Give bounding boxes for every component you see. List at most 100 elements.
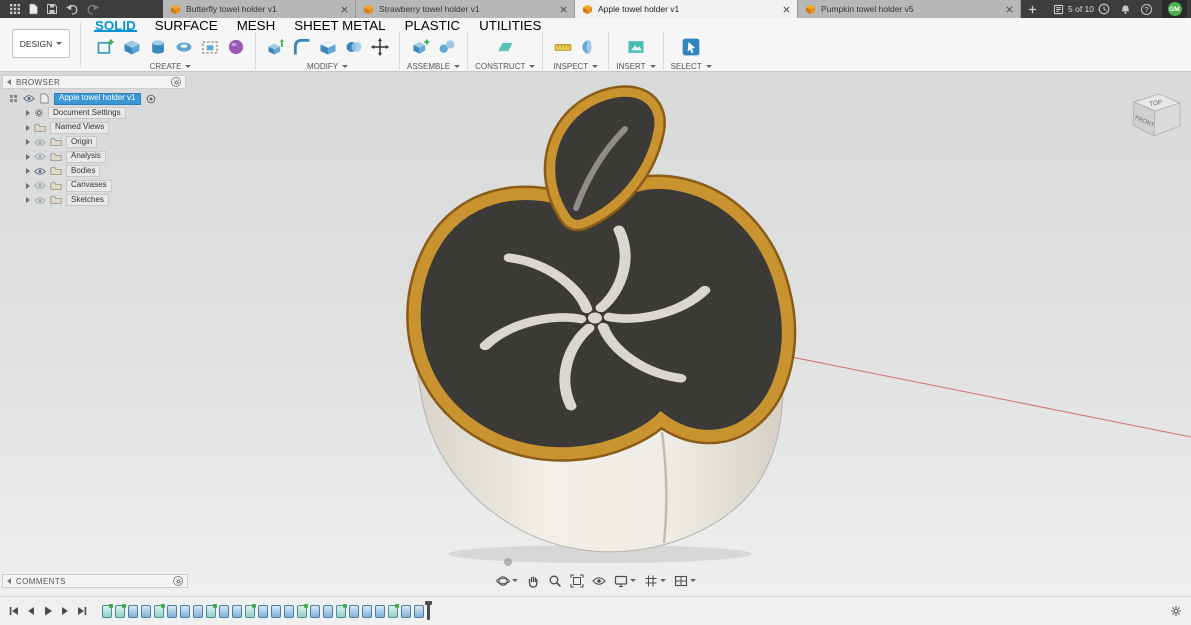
browser-header[interactable]: BROWSER <box>2 75 186 89</box>
insert-canvas-button[interactable] <box>623 34 648 59</box>
shell-button[interactable] <box>315 34 340 59</box>
group-label-select[interactable]: SELECT <box>671 60 712 72</box>
go-to-end-button[interactable] <box>75 604 89 618</box>
browser-item-label[interactable]: Analysis <box>66 150 106 163</box>
create-form-button[interactable] <box>223 34 248 59</box>
expand-arrow-icon[interactable] <box>26 110 30 116</box>
timeline-feature-icon[interactable] <box>167 604 177 618</box>
browser-root-row[interactable]: Apple towel holder v1 <box>2 92 186 105</box>
browser-item-label[interactable]: Origin <box>66 136 98 148</box>
group-label-create[interactable]: CREATE <box>150 60 192 72</box>
job-status[interactable]: 5 of 10 <box>1053 0 1094 18</box>
torus-button[interactable] <box>171 34 196 59</box>
data-panel-toggle-button[interactable] <box>9 3 21 15</box>
browser-item-named-views[interactable]: Named Views <box>2 121 186 134</box>
look-at-button[interactable] <box>590 576 608 586</box>
activate-component-radio[interactable] <box>146 94 156 104</box>
history-icon[interactable] <box>1098 3 1110 15</box>
create-sketch-button[interactable] <box>93 34 118 59</box>
timeline-feature-icon[interactable] <box>219 604 229 618</box>
group-label-inspect[interactable]: INSPECT <box>554 60 599 72</box>
timeline-feature-icon[interactable] <box>401 604 411 618</box>
close-tab-icon[interactable] <box>560 6 567 13</box>
timeline-sketch-icon[interactable] <box>245 603 256 618</box>
timeline-feature-icon[interactable] <box>128 604 138 618</box>
timeline-sketch-icon[interactable] <box>154 603 165 618</box>
close-tab-icon[interactable] <box>783 6 790 13</box>
press-pull-button[interactable] <box>263 34 288 59</box>
timeline-feature-icon[interactable] <box>284 604 294 618</box>
tab-mesh[interactable]: MESH <box>236 18 277 33</box>
step-back-button[interactable] <box>24 604 38 618</box>
browser-item-origin[interactable]: Origin <box>2 136 186 149</box>
tab-utilities[interactable]: UTILITIES <box>478 18 542 33</box>
group-label-insert[interactable]: INSERT <box>616 60 656 72</box>
section-analysis-button[interactable] <box>576 34 601 59</box>
new-tab-button[interactable] <box>1021 0 1043 18</box>
browser-settings-button[interactable] <box>171 77 181 87</box>
browser-item-label[interactable]: Bodies <box>66 165 101 177</box>
collapse-comments-icon[interactable] <box>7 578 11 584</box>
step-forward-button[interactable] <box>58 604 72 618</box>
expand-arrow-icon[interactable] <box>26 153 30 160</box>
timeline-feature-icon[interactable] <box>349 604 359 618</box>
zoom-button[interactable] <box>546 574 564 588</box>
browser-item-sketches[interactable]: Sketches <box>2 194 186 207</box>
browser-item-analysis[interactable]: Analysis <box>2 150 186 163</box>
timeline-sketch-icon[interactable] <box>102 603 113 618</box>
close-tab-icon[interactable] <box>341 6 348 13</box>
display-settings-button[interactable] <box>612 574 638 588</box>
workspace-selector-button[interactable]: DESIGN <box>12 29 70 58</box>
timeline-sketch-icon[interactable] <box>388 603 399 618</box>
visibility-eye-icon[interactable] <box>34 196 46 205</box>
expand-arrow-icon[interactable] <box>26 139 30 145</box>
document-tab-apple[interactable]: Apple towel holder v1 <box>575 0 798 18</box>
expand-arrow-icon[interactable] <box>26 182 30 189</box>
primitive-box-button[interactable] <box>119 34 144 59</box>
viewports-button[interactable] <box>672 574 698 588</box>
comments-header[interactable]: COMMENTS <box>2 574 188 588</box>
close-tab-icon[interactable] <box>1006 6 1013 13</box>
group-label-assemble[interactable]: ASSEMBLE <box>407 60 461 72</box>
timeline-sketch-icon[interactable] <box>297 603 308 618</box>
visibility-eye-icon[interactable] <box>34 167 46 176</box>
document-tab-pumpkin[interactable]: Pumpkin towel holder v5 <box>798 0 1021 18</box>
timeline-feature-icon[interactable] <box>414 604 424 618</box>
browser-item-label[interactable]: Canvases <box>66 179 112 192</box>
visibility-eye-icon[interactable] <box>34 181 46 190</box>
timeline-feature-icon[interactable] <box>323 604 333 618</box>
expand-arrow-icon[interactable] <box>26 197 30 203</box>
pan-button[interactable] <box>524 574 542 588</box>
undo-button[interactable] <box>65 3 79 15</box>
browser-item-canvases[interactable]: Canvases <box>2 179 186 192</box>
timeline-sketch-icon[interactable] <box>115 603 126 618</box>
timeline-feature-icon[interactable] <box>258 604 268 618</box>
expand-arrow-icon[interactable] <box>26 124 30 131</box>
browser-root-label[interactable]: Apple towel holder v1 <box>54 92 141 105</box>
timeline-sketch-icon[interactable] <box>206 603 217 618</box>
tab-sheet-metal[interactable]: SHEET METAL <box>293 18 386 33</box>
pattern-button[interactable] <box>197 34 222 59</box>
group-label-modify[interactable]: MODIFY <box>307 60 349 72</box>
collapse-browser-icon[interactable] <box>7 79 11 85</box>
timeline-feature-icon[interactable] <box>310 604 320 618</box>
timeline-feature-icon[interactable] <box>271 604 281 618</box>
cylinder-button[interactable] <box>145 34 170 59</box>
timeline-feature-icon[interactable] <box>193 604 203 618</box>
fit-button[interactable] <box>568 574 586 588</box>
timeline-playhead[interactable] <box>425 600 432 620</box>
timeline-sketch-icon[interactable] <box>336 603 347 618</box>
grid-settings-button[interactable] <box>642 574 668 588</box>
construction-plane-button[interactable] <box>493 34 518 59</box>
measure-button[interactable] <box>550 34 575 59</box>
save-button[interactable] <box>46 3 58 15</box>
combine-button[interactable] <box>341 34 366 59</box>
timeline-feature-icon[interactable] <box>362 604 372 618</box>
visibility-eye-icon[interactable] <box>34 152 46 161</box>
browser-item-label[interactable]: Sketches <box>66 194 109 206</box>
expand-arrow-icon[interactable] <box>26 168 30 174</box>
group-label-construct[interactable]: CONSTRUCT <box>475 60 536 72</box>
visibility-eye-icon[interactable] <box>34 138 46 147</box>
document-tab-butterfly[interactable]: Butterfly towel holder v1 <box>163 0 356 18</box>
fillet-button[interactable] <box>289 34 314 59</box>
